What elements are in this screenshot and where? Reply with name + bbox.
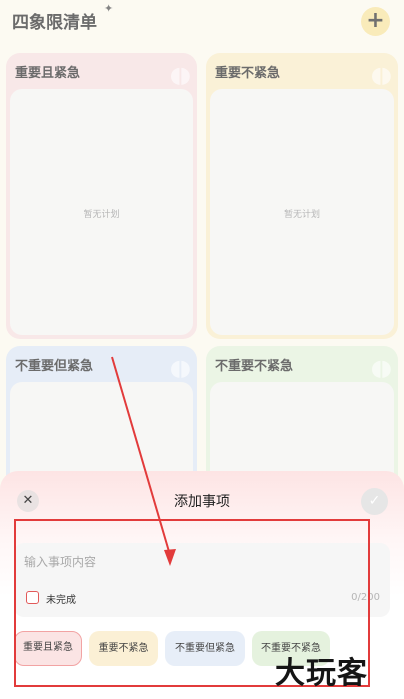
app-screen: 四象限清单 ✦ + ◖◗ 重要且紧急 暂无计划 ◖◗ 重要不紧急 暂无计划 ◖◗…: [0, 0, 404, 699]
confirm-icon[interactable]: ✓: [361, 488, 388, 515]
watermark-logo: 大玩客: [275, 656, 368, 691]
sheet-title: 添加事项: [174, 494, 230, 510]
